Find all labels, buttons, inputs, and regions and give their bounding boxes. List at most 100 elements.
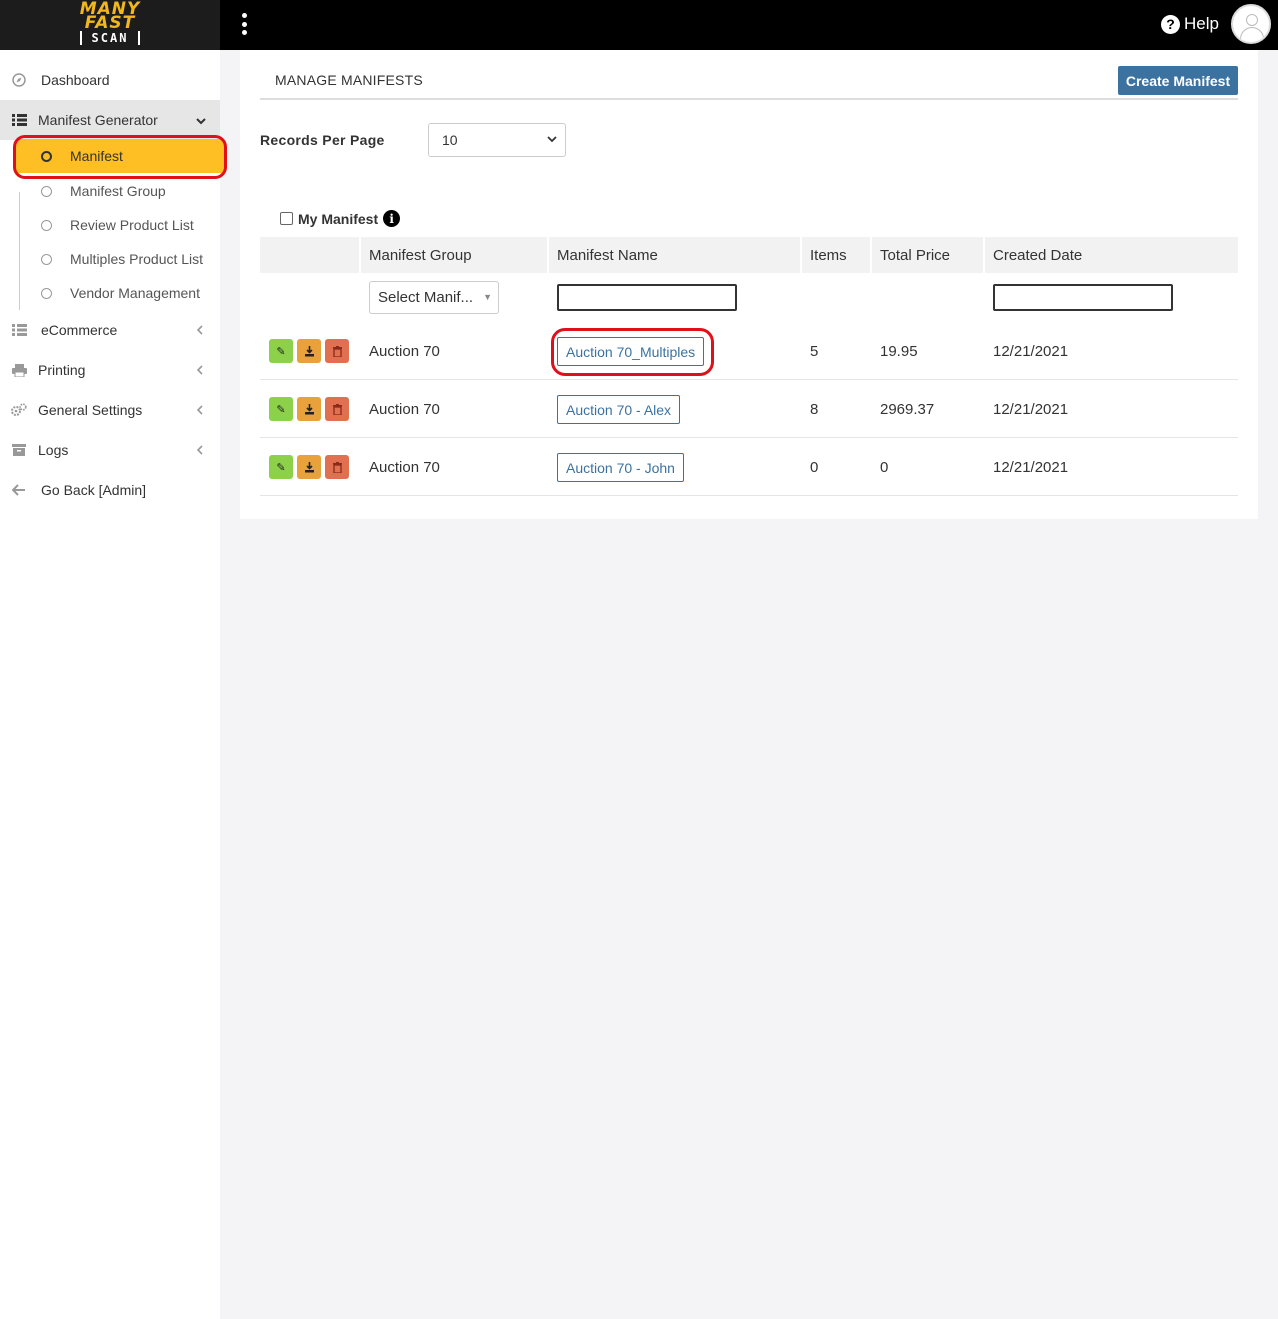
sidebar-item-logs[interactable]: Logs	[0, 430, 220, 470]
printer-icon	[11, 362, 27, 378]
archive-icon	[11, 442, 27, 458]
delete-button[interactable]	[325, 455, 349, 479]
sidebar-subitem-manifest-group[interactable]: Manifest Group	[16, 174, 220, 208]
help-label: Help	[1184, 14, 1219, 33]
circle-icon	[41, 253, 52, 265]
manifest-name-link[interactable]: Auction 70 - Alex	[557, 395, 681, 424]
download-button[interactable]	[297, 339, 321, 363]
logo-area: MANY FAST SCAN	[0, 0, 220, 50]
sidebar-subitem-review-product-list[interactable]: Review Product List	[16, 208, 220, 242]
chevron-left-icon	[196, 323, 204, 338]
sidebar-subitem-label: Manifest Group	[70, 183, 166, 199]
sidebar-subitem-manifest[interactable]: Manifest	[16, 139, 224, 173]
sidebar-subitem-label: Review Product List	[70, 217, 194, 233]
records-per-page-label: Records Per Page	[260, 132, 385, 148]
sidebar: Dashboard Manifest Generator Manifest Ma…	[0, 50, 224, 1319]
sidebar-subitem-label: Multiples Product List	[70, 251, 204, 267]
manifest-name-link[interactable]: Auction 70 - John	[557, 453, 684, 482]
circle-icon	[41, 150, 52, 162]
items-cell: 8	[810, 400, 819, 418]
compass-icon	[11, 72, 27, 88]
delete-button[interactable]	[325, 397, 349, 421]
column-header-manifest-group[interactable]: Manifest Group	[369, 237, 472, 273]
sidebar-item-label: Printing	[38, 362, 86, 378]
sidebar-subitem-label: Vendor Management	[70, 285, 200, 301]
manifest-group-cell: Auction 70	[369, 400, 440, 418]
manifest-group-filter-select[interactable]: Select Manif... ▼	[369, 281, 499, 314]
logo-line-2: FAST	[84, 13, 136, 33]
logo[interactable]: MANY FAST SCAN	[78, 1, 142, 46]
total-price-cell: 19.95	[880, 342, 918, 360]
sidebar-subitem-multiples-product-list[interactable]: Multiples Product List	[16, 242, 220, 276]
my-manifest-label: My Manifest	[298, 210, 379, 227]
sidebar-subitem-label: Manifest	[70, 148, 123, 164]
column-header-total-price[interactable]: Total Price	[880, 237, 950, 273]
sidebar-item-label: eCommerce	[41, 322, 118, 338]
sidebar-item-go-back-admin[interactable]: Go Back [Admin]	[0, 470, 220, 510]
items-cell: 5	[810, 342, 819, 360]
my-manifest-checkbox[interactable]	[280, 212, 293, 225]
edit-button[interactable]: ✎	[269, 455, 293, 479]
chevron-down-icon	[196, 113, 206, 128]
arrow-left-icon	[11, 482, 27, 498]
created-date-filter-input[interactable]	[993, 284, 1173, 311]
total-price-cell: 2969.37	[880, 400, 935, 418]
manifest-name-link[interactable]: Auction 70_Multiples	[557, 337, 705, 366]
records-per-page-select[interactable]: 10	[428, 123, 566, 157]
info-icon[interactable]: i	[383, 210, 401, 227]
sidebar-item-label: Dashboard	[41, 72, 110, 88]
column-header-created-date[interactable]: Created Date	[993, 237, 1082, 273]
question-circle-icon: ?	[1161, 14, 1180, 34]
column-header-manifest-name[interactable]: Manifest Name	[557, 237, 658, 273]
sidebar-item-manifest-generator[interactable]: Manifest Generator	[0, 100, 220, 140]
edit-button[interactable]: ✎	[269, 339, 293, 363]
manifest-group-cell: Auction 70	[369, 342, 440, 360]
manifest-group-cell: Auction 70	[369, 458, 440, 476]
column-header-items[interactable]: Items	[810, 237, 847, 273]
circle-icon	[41, 287, 52, 299]
chevron-left-icon	[196, 443, 204, 458]
chevron-left-icon	[196, 363, 204, 378]
records-per-page-value: 10	[442, 132, 458, 148]
created-date-cell: 12/21/2021	[993, 400, 1069, 418]
caret-down-icon: ▼	[483, 292, 492, 302]
edit-button[interactable]: ✎	[269, 397, 293, 421]
total-price-cell: 0	[880, 458, 889, 476]
manifest-name-filter-input[interactable]	[557, 284, 737, 311]
created-date-cell: 12/21/2021	[993, 458, 1069, 476]
title-divider	[260, 98, 1238, 100]
sidebar-subitem-vendor-management[interactable]: Vendor Management	[16, 276, 220, 310]
sidebar-item-label: Logs	[38, 442, 69, 458]
logo-line-3: SCAN	[80, 31, 140, 45]
sidebar-item-general-settings[interactable]: General Settings	[0, 390, 220, 430]
created-date-cell: 12/21/2021	[993, 342, 1069, 360]
items-cell: 0	[810, 458, 819, 476]
circle-icon	[41, 219, 52, 231]
table-header: Manifest Group Manifest Name Items Total…	[260, 237, 1238, 273]
sidebar-item-ecommerce[interactable]: eCommerce	[0, 310, 220, 350]
manage-manifests-card: MANAGE MANIFESTS Create Manifest Records…	[240, 50, 1258, 519]
circle-icon	[41, 185, 52, 197]
list-icon	[11, 112, 27, 128]
top-bar: MANY FAST SCAN ? Help	[0, 0, 1278, 50]
list-icon	[11, 322, 27, 338]
download-button[interactable]	[297, 397, 321, 421]
sidebar-item-label: Go Back [Admin]	[41, 482, 147, 498]
help-button[interactable]: ? Help	[1161, 13, 1219, 35]
chevron-down-icon	[547, 134, 557, 146]
table-row: ✎ Auction 70 Auction 70 - Alex 8 2969.37…	[260, 380, 1238, 438]
user-avatar[interactable]	[1231, 4, 1271, 44]
sidebar-item-label: General Settings	[38, 402, 143, 418]
table-row: ✎ Auction 70 Auction 70_Multiples 5 19.9…	[260, 322, 1238, 380]
delete-button[interactable]	[325, 339, 349, 363]
my-manifest-filter: My Manifest i	[280, 210, 401, 227]
sidebar-item-label: Manifest Generator	[38, 112, 158, 128]
table-row: ✎ Auction 70 Auction 70 - John 0 0 12/21…	[260, 438, 1238, 496]
sidebar-item-printing[interactable]: Printing	[0, 350, 220, 390]
kebab-menu-icon[interactable]	[242, 13, 248, 35]
create-manifest-button[interactable]: Create Manifest	[1118, 66, 1238, 95]
sidebar-item-dashboard[interactable]: Dashboard	[0, 60, 220, 100]
page-title: MANAGE MANIFESTS	[275, 72, 423, 88]
manifest-group-filter-value: Select Manif...	[378, 289, 474, 306]
download-button[interactable]	[297, 455, 321, 479]
